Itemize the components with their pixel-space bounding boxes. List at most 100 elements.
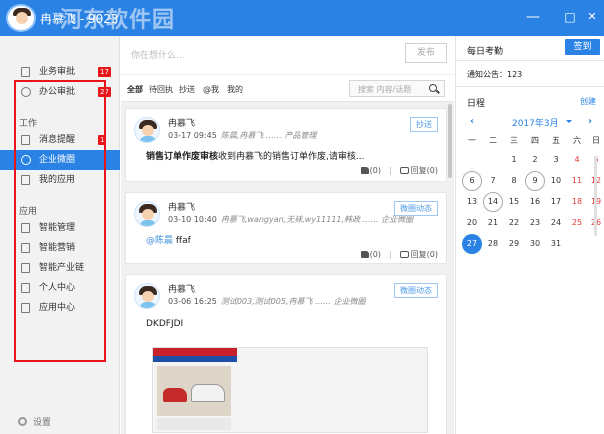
document-icon xyxy=(21,223,30,233)
minimize-button[interactable]: — xyxy=(523,7,543,27)
reply-button[interactable]: 回复(0) xyxy=(399,166,438,175)
post-time: 03-10 10:40 xyxy=(168,215,217,224)
post-members: 冉慕飞,wangyan,无袜,wy11111,韩政 …… 企业微圈 xyxy=(220,215,414,224)
search-icon[interactable] xyxy=(429,84,437,92)
author-avatar[interactable] xyxy=(134,201,160,227)
post-tag[interactable]: 微圈动态 xyxy=(394,201,438,216)
filter-pending[interactable]: 待回执 xyxy=(149,84,173,95)
sidebar-item-office-approval[interactable]: 办公审批 27 xyxy=(0,82,120,102)
document-icon xyxy=(21,67,30,77)
filter-mention[interactable]: @我 xyxy=(203,84,219,95)
next-month-button[interactable]: › xyxy=(588,116,592,127)
filter-all[interactable]: 全部 xyxy=(127,84,143,95)
sidebar-item-industry-chain[interactable]: 智能产业链 xyxy=(0,258,120,278)
author-avatar[interactable] xyxy=(134,117,160,143)
calendar-day[interactable]: 24 xyxy=(546,213,566,233)
calendar-day[interactable]: 6 xyxy=(462,171,482,191)
sidebar-item-personal-center[interactable]: 个人中心 xyxy=(0,278,120,298)
feed-scrollbar[interactable] xyxy=(448,104,452,178)
calendar-day[interactable]: 11 xyxy=(567,171,587,191)
like-button[interactable]: (0) xyxy=(360,166,381,175)
signin-button[interactable]: 签到 xyxy=(565,39,600,55)
calendar-day[interactable]: 1 xyxy=(504,150,524,170)
calendar-day[interactable]: 28 xyxy=(483,234,503,254)
user-avatar[interactable] xyxy=(6,4,36,32)
post-meta: 03-10 10:40 冉慕飞,wangyan,无袜,wy11111,韩政 …… … xyxy=(168,214,413,225)
calendar-day[interactable]: 4 xyxy=(567,150,587,170)
author-avatar[interactable] xyxy=(134,283,160,309)
calendar-day-today[interactable]: 27 xyxy=(462,234,482,254)
sidebar-item-messages[interactable]: 消息提醒 1 xyxy=(0,130,120,150)
reply-button[interactable]: 回复(0) xyxy=(399,250,438,259)
notice-text[interactable]: 通知公告：123 xyxy=(467,69,522,80)
calendar-day[interactable]: 17 xyxy=(546,192,566,212)
calendar-day[interactable]: 22 xyxy=(504,213,524,233)
calendar-day[interactable]: 7 xyxy=(483,171,503,191)
post-content[interactable]: 销售订单作废审核收到冉慕飞的销售订单作废,请审核... xyxy=(146,149,364,162)
post-content[interactable]: DKDFJDI xyxy=(146,319,183,329)
post-button[interactable]: 发布 xyxy=(405,43,447,63)
calendar-day[interactable]: 8 xyxy=(504,171,524,191)
calendar-day[interactable]: 18 xyxy=(567,192,587,212)
close-button[interactable]: ✕ xyxy=(582,7,602,27)
calendar-day[interactable]: 13 xyxy=(462,192,482,212)
chat-icon xyxy=(399,251,409,258)
filter-cc[interactable]: 抄送 xyxy=(179,84,195,95)
calendar-day[interactable]: 3 xyxy=(546,150,566,170)
filter-mine[interactable]: 我的 xyxy=(227,84,243,95)
month-selector[interactable]: 2017年3月 xyxy=(512,116,572,129)
settings-button[interactable]: 设置 xyxy=(18,415,51,428)
weekday-header: 一 xyxy=(468,136,476,145)
circle-icon xyxy=(21,155,31,165)
weekday-header: 二 xyxy=(489,136,497,145)
maximize-button[interactable]: □ xyxy=(560,7,580,27)
post-time: 03-17 09:45 xyxy=(168,131,217,140)
calendar-scrollbar[interactable] xyxy=(594,156,597,236)
gear-icon xyxy=(18,417,27,426)
calendar-day[interactable]: 21 xyxy=(483,213,503,233)
calendar-day[interactable]: 30 xyxy=(525,234,545,254)
post-meta: 03-06 16:25 测试003,测试005,冉慕飞 …… 企业微圈 xyxy=(168,296,366,307)
mention-link[interactable]: @陈晨 xyxy=(146,236,173,246)
sidebar-item-my-apps[interactable]: 我的应用 xyxy=(0,170,120,190)
create-schedule-link[interactable]: 创建 xyxy=(580,96,596,107)
calendar-day[interactable]: 2 xyxy=(525,150,545,170)
calendar-day[interactable]: 29 xyxy=(504,234,524,254)
sidebar-item-app-center[interactable]: 应用中心 xyxy=(0,298,120,318)
like-button[interactable]: (0) xyxy=(360,250,381,259)
post-author[interactable]: 冉慕飞 xyxy=(168,282,195,295)
sidebar-item-enterprise-circle[interactable]: 企业微圈 xyxy=(0,150,120,170)
calendar-day[interactable]: 16 xyxy=(525,192,545,212)
document-icon xyxy=(21,303,30,313)
sidebar-item-business-approval[interactable]: 业务审批 17 xyxy=(0,62,120,82)
calendar-day[interactable]: 14 xyxy=(483,192,503,212)
post-author[interactable]: 冉慕飞 xyxy=(168,200,195,213)
calendar-day[interactable]: 10 xyxy=(546,171,566,191)
post-meta: 03-17 09:45 陈晨,冉慕飞 …… 产品管理 xyxy=(168,130,316,141)
post-time: 03-06 16:25 xyxy=(168,297,217,306)
post-content-bold: 销售订单作废审核 xyxy=(146,152,219,162)
sidebar-item-smart-marketing[interactable]: 智能营销 xyxy=(0,238,120,258)
post-author[interactable]: 冉慕飞 xyxy=(168,116,195,129)
calendar-day[interactable]: 20 xyxy=(462,213,482,233)
composer-input[interactable]: 你在想什么... xyxy=(131,48,185,61)
sidebar-item-label: 我的应用 xyxy=(39,175,76,185)
post-image[interactable] xyxy=(152,347,428,433)
post-tag[interactable]: 微圈动态 xyxy=(394,283,438,298)
calendar-day[interactable]: 15 xyxy=(504,192,524,212)
prev-month-button[interactable]: ‹ xyxy=(470,116,474,127)
calendar-day[interactable]: 31 xyxy=(546,234,566,254)
title-bar: 冉慕飞 - 9023 河东软件园 — □ ✕ xyxy=(0,0,604,36)
calendar-day[interactable]: 25 xyxy=(567,213,587,233)
post-tag[interactable]: 抄送 xyxy=(410,117,438,132)
group-heading-apps: 应用 xyxy=(19,207,38,217)
count-badge: 1 xyxy=(98,135,107,145)
calendar-day[interactable]: 23 xyxy=(525,213,545,233)
search-input[interactable]: 搜索 内容/话题 xyxy=(349,80,445,97)
post-content[interactable]: @陈晨 ffaf xyxy=(146,233,191,246)
sidebar-item-smart-management[interactable]: 智能管理 xyxy=(0,218,120,238)
weekday-header: 五 xyxy=(552,136,560,145)
weekday-header: 六 xyxy=(573,136,581,145)
calendar-day[interactable]: 9 xyxy=(525,171,545,191)
watermark-text: 河东软件园 xyxy=(60,8,176,33)
